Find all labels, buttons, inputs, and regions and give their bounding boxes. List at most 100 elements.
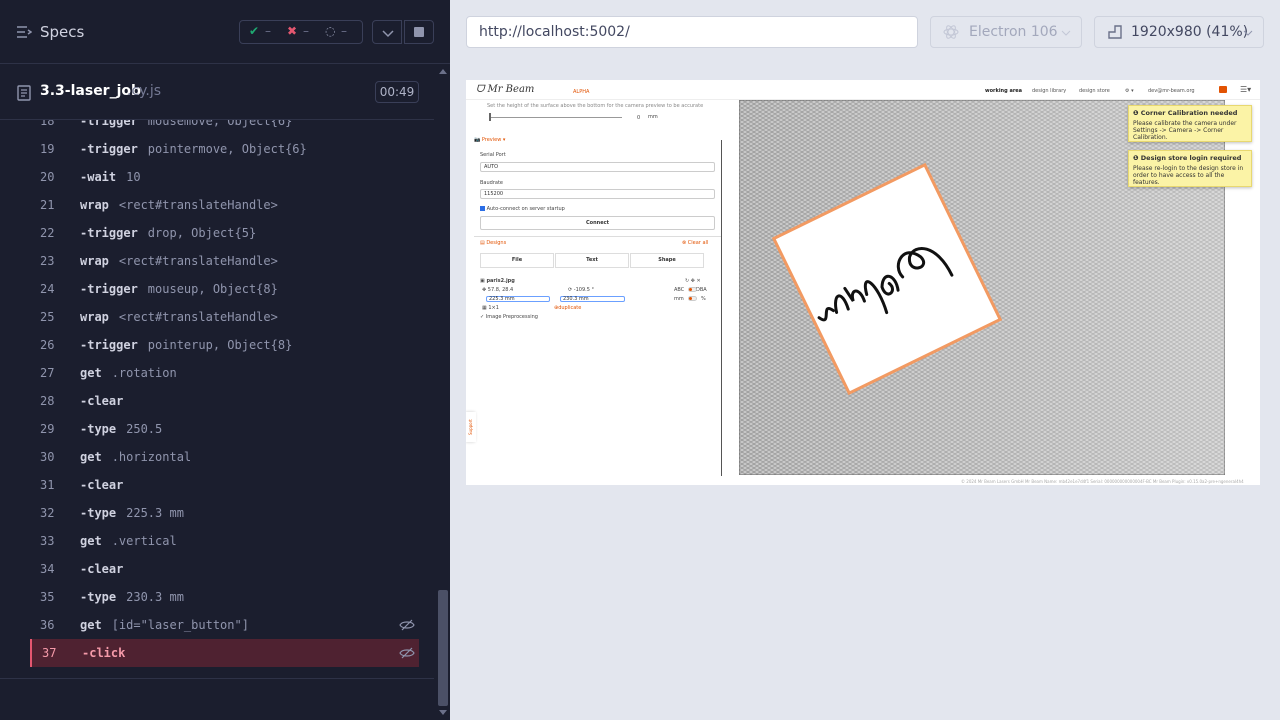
command-arg: [id="laser_button"]: [111, 618, 249, 632]
command-row[interactable]: 31 -clear: [30, 471, 419, 499]
support-tab[interactable]: Support: [466, 412, 476, 442]
spec-file-header: 3.3-laser_job .cy.js 00:49: [0, 64, 434, 120]
command-name: -type 225.3 mm: [80, 506, 184, 520]
tab-shape[interactable]: Shape: [630, 253, 704, 268]
viewport-selector[interactable]: 1920x980 (41%): [1094, 16, 1264, 48]
command-number: 23: [40, 254, 55, 268]
command-arg: <rect#translateHandle>: [118, 198, 278, 212]
specs-title[interactable]: Specs: [40, 23, 84, 41]
command-row[interactable]: 20 -wait 10: [30, 163, 419, 191]
eye-slash-icon: [399, 647, 415, 659]
command-row[interactable]: 32 -type 225.3 mm: [30, 499, 419, 527]
toggle-unit[interactable]: [688, 296, 697, 301]
tab-text[interactable]: Text: [555, 253, 629, 268]
slider-handle[interactable]: [489, 113, 491, 121]
options-dropdown-button[interactable]: [372, 20, 402, 44]
scroll-up-icon[interactable]: [436, 66, 450, 76]
autoconnect-checkbox[interactable]: Auto-connect on server startup: [480, 206, 565, 212]
design-file-name[interactable]: ▣ paris2.jpg: [480, 278, 515, 284]
nav-design-store[interactable]: design store: [1079, 88, 1110, 94]
command-row[interactable]: 34 -clear: [30, 555, 419, 583]
settings-icon[interactable]: ⚙ ▾: [1125, 88, 1134, 94]
electron-icon: [943, 25, 959, 39]
command-row[interactable]: 22 -trigger drop, Object{5}: [30, 219, 419, 247]
command-name: -trigger pointermove, Object{6}: [80, 142, 307, 156]
toast-design-store-login[interactable]: ❶ Design store login required Please re-…: [1128, 150, 1252, 187]
command-arg: pointermove, Object{6}: [147, 142, 307, 156]
specs-list-icon[interactable]: [16, 24, 32, 40]
height-slider[interactable]: [489, 117, 622, 118]
toggle-invert[interactable]: [688, 287, 697, 292]
app-navbar: ᗜ Mr Beam ALPHA working area design libr…: [466, 80, 1260, 100]
image-preprocessing[interactable]: ✓ Image Preprocessing: [480, 314, 538, 320]
command-row[interactable]: 36 get [id="laser_button"]: [30, 611, 419, 639]
baudrate-select[interactable]: 115200: [480, 189, 715, 199]
command-row[interactable]: 28 -clear: [30, 387, 419, 415]
toast2-body: Please re-login to the design store in o…: [1133, 165, 1244, 186]
clear-all-button[interactable]: ⊗ Clear all: [682, 240, 708, 246]
design-position: ✥ 57.8, 28.4: [482, 287, 514, 293]
height-input[interactable]: 230.3 mm: [560, 296, 625, 302]
preview-toggle[interactable]: 📷 Preview ▾: [474, 137, 505, 143]
command-row[interactable]: 30 get .horizontal: [30, 443, 419, 471]
nav-user[interactable]: dev@mr-beam.org: [1148, 88, 1195, 94]
browser-selector[interactable]: Electron 106: [930, 16, 1082, 48]
pending-icon: ◌: [325, 24, 336, 38]
scrollbar-thumb[interactable]: [438, 590, 448, 706]
abc-label: ABC: [674, 287, 685, 293]
command-name: get .rotation: [80, 366, 177, 380]
width-input[interactable]: 225.3 mm: [486, 296, 550, 302]
toast-corner-calibration[interactable]: ❶ Corner Calibration needed Please calib…: [1128, 105, 1252, 142]
command-row[interactable]: 25 wrap <rect#translateHandle>: [30, 303, 419, 331]
connect-button[interactable]: Connect: [480, 216, 715, 230]
passed-count: –: [265, 24, 271, 38]
command-number: 34: [40, 562, 55, 576]
command-row[interactable]: 26 -trigger pointerup, Object{8}: [30, 331, 419, 359]
menu-icon[interactable]: ☰▾: [1240, 85, 1251, 94]
command-row[interactable]: 19 -trigger pointermove, Object{6}: [30, 135, 419, 163]
app-footer: © 2024 Mr Beam Lasers GmbH Mr Beam Name:…: [961, 479, 1244, 484]
command-arg: <rect#translateHandle>: [118, 254, 278, 268]
command-row[interactable]: 27 get .rotation: [30, 359, 419, 387]
url-bar[interactable]: http://localhost:5002/: [466, 16, 918, 48]
command-number: 29: [40, 422, 55, 436]
scroll-down-icon[interactable]: [436, 708, 450, 718]
chevron-down-icon: [1061, 30, 1071, 36]
sidebar-divider: [721, 140, 722, 476]
command-name: -type 230.3 mm: [80, 590, 184, 604]
tab-file[interactable]: File: [480, 253, 554, 268]
command-name: -wait 10: [80, 170, 141, 184]
grid-multiply[interactable]: ▦ 1×1: [482, 305, 499, 311]
failed-count: –: [303, 24, 309, 38]
spec-file-name[interactable]: 3.3-laser_job: [40, 83, 141, 99]
command-row[interactable]: 35 -type 230.3 mm: [30, 583, 419, 611]
height-unit: mm: [648, 114, 658, 120]
command-arg: .vertical: [111, 534, 177, 548]
viewport-ruler-icon: [1108, 25, 1122, 39]
command-row[interactable]: 29 -type 250.5: [30, 415, 419, 443]
command-name: -clear: [80, 478, 124, 492]
command-number: 35: [40, 590, 55, 604]
run-timer: 00:49: [375, 81, 419, 103]
command-row[interactable]: 24 -trigger mouseup, Object{8}: [30, 275, 419, 303]
command-name: -trigger mousemove, Object{6}: [80, 120, 292, 135]
command-arg: drop, Object{5}: [147, 226, 257, 240]
nav-working-area[interactable]: working area: [985, 88, 1022, 94]
command-row[interactable]: 18 -trigger mousemove, Object{6}: [30, 120, 419, 135]
command-arg: .rotation: [111, 366, 177, 380]
duplicate-button[interactable]: ⊕duplicate: [554, 305, 581, 311]
stop-icon: [414, 27, 424, 37]
command-row[interactable]: 33 get .vertical: [30, 527, 419, 555]
nav-design-library[interactable]: design library: [1032, 88, 1066, 94]
height-value: 0: [637, 115, 641, 121]
stop-button[interactable]: [404, 20, 434, 44]
command-number: 24: [40, 282, 55, 296]
command-row[interactable]: 23 wrap <rect#translateHandle>: [30, 247, 419, 275]
command-number: 28: [40, 394, 55, 408]
command-row[interactable]: 21 wrap <rect#translateHandle>: [30, 191, 419, 219]
command-row[interactable]: 37 -click: [30, 639, 419, 667]
mail-icon[interactable]: [1219, 86, 1227, 93]
design-rotation[interactable]: ⟳ -109.5 °: [568, 287, 594, 293]
serial-port-select[interactable]: AUTO: [480, 162, 715, 172]
test-stats: ✔ – ✖ – ◌ –: [239, 20, 363, 44]
